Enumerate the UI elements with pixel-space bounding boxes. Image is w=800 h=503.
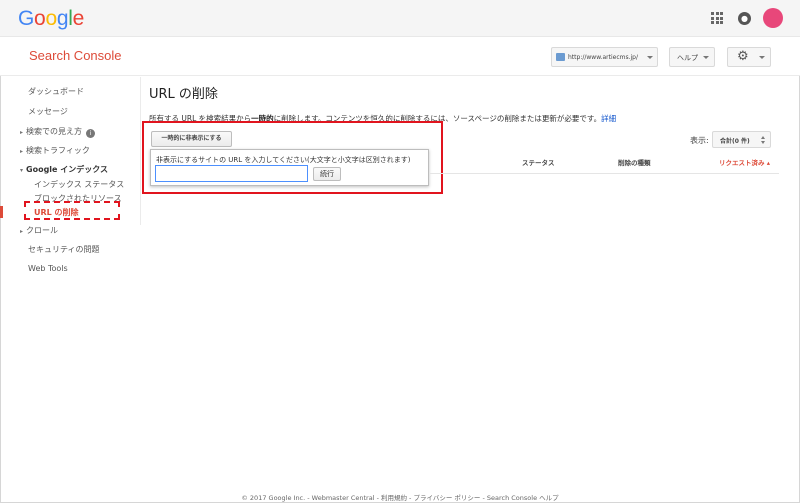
- sidebar-item-label: メッセージ: [28, 107, 68, 116]
- chevron-down-icon: [761, 141, 765, 144]
- account-avatar[interactable]: [763, 8, 783, 28]
- column-header-status[interactable]: ステータス: [522, 157, 555, 167]
- hide-url-popup: 非表示にするサイトの URL を入力してください(大文字と小文字は区別されます)…: [150, 149, 429, 186]
- sidebar-item-label: インデックス ステータス: [34, 180, 125, 189]
- temporarily-hide-button[interactable]: 一時的に非表示にする: [151, 131, 232, 147]
- show-value: 合計(0 件): [720, 138, 750, 145]
- logo-letter: o: [34, 7, 46, 30]
- expand-arrow-icon: ▸: [20, 129, 24, 136]
- apps-grid-icon[interactable]: [711, 12, 723, 24]
- settings-button[interactable]: ⚙: [727, 47, 771, 67]
- site-icon: [556, 53, 565, 61]
- logo-letter: o: [45, 7, 57, 30]
- sidebar-item-crawl[interactable]: ▸ クロール: [20, 225, 58, 236]
- app-title[interactable]: Search Console: [29, 48, 122, 63]
- help-label: ヘルプ: [677, 54, 698, 62]
- sidebar-item-label: Web Tools: [28, 264, 68, 273]
- chevron-up-icon: [761, 136, 765, 139]
- collapse-arrow-icon: ▾: [20, 167, 24, 174]
- google-bar: Google ●: [0, 0, 800, 37]
- sidebar-item-search-appearance[interactable]: ▸ 検索での見え方 i: [20, 126, 96, 138]
- sidebar-item-google-index[interactable]: ▾ Google インデックス: [20, 164, 108, 175]
- sidebar-item-label: ダッシュボード: [28, 87, 84, 96]
- google-logo[interactable]: Google: [18, 7, 84, 31]
- continue-button[interactable]: 続行: [313, 167, 341, 181]
- sidebar-item-dashboard[interactable]: ダッシュボード: [28, 86, 84, 97]
- popup-label: 非表示にするサイトの URL を入力してください(大文字と小文字は区別されます): [156, 156, 411, 164]
- logo-letter: g: [56, 7, 69, 30]
- sidebar-item-search-traffic[interactable]: ▸ 検索トラフィック: [20, 145, 90, 156]
- sidebar-item-label: クロール: [26, 226, 59, 235]
- active-indicator: [0, 206, 3, 218]
- highlight-dashed-box: [24, 201, 120, 220]
- expand-arrow-icon: ▸: [20, 148, 24, 155]
- show-label: 表示:: [690, 136, 709, 145]
- sidebar-item-messages[interactable]: メッセージ: [28, 106, 68, 117]
- page-title: URL の削除: [149, 87, 218, 102]
- sidebar-item-web-tools[interactable]: Web Tools: [28, 264, 68, 273]
- url-input[interactable]: [155, 165, 308, 182]
- show-count-selector[interactable]: 合計(0 件): [712, 131, 771, 148]
- column-header-removal-type[interactable]: 削除の種類: [618, 157, 651, 167]
- logo-letter: G: [18, 7, 35, 30]
- sidebar-item-label: セキュリティの問題: [28, 245, 100, 254]
- column-header-requested[interactable]: リクエスト済み ▴: [719, 157, 770, 167]
- sidebar-item-label: 検索トラフィック: [26, 146, 90, 155]
- chevron-down-icon: [759, 56, 765, 59]
- sidebar-item-index-status[interactable]: インデックス ステータス: [34, 179, 124, 190]
- property-url: http://www.artiecms.jp/: [568, 54, 638, 61]
- table-divider: [430, 173, 779, 174]
- info-icon[interactable]: i: [86, 129, 96, 138]
- notifications-icon[interactable]: ●: [738, 12, 751, 25]
- sidebar-item-security-issues[interactable]: セキュリティの問題: [28, 244, 100, 255]
- sidebar-item-label: Google インデックス: [26, 165, 109, 174]
- expand-arrow-icon: ▸: [20, 228, 24, 235]
- footer: © 2017 Google Inc. - Webmaster Central -…: [241, 494, 559, 502]
- help-button[interactable]: ヘルプ: [669, 47, 715, 67]
- gear-icon: ⚙: [737, 49, 749, 64]
- property-selector[interactable]: http://www.artiecms.jp/: [551, 47, 658, 67]
- chevron-down-icon: [703, 56, 709, 59]
- sidebar-item-label: 検索での見え方: [26, 127, 83, 136]
- chevron-down-icon: [647, 56, 653, 59]
- learn-more-link[interactable]: 詳細: [601, 114, 616, 123]
- logo-letter: e: [72, 7, 85, 30]
- app-header: Search Console http://www.artiecms.jp/ ヘ…: [0, 37, 800, 76]
